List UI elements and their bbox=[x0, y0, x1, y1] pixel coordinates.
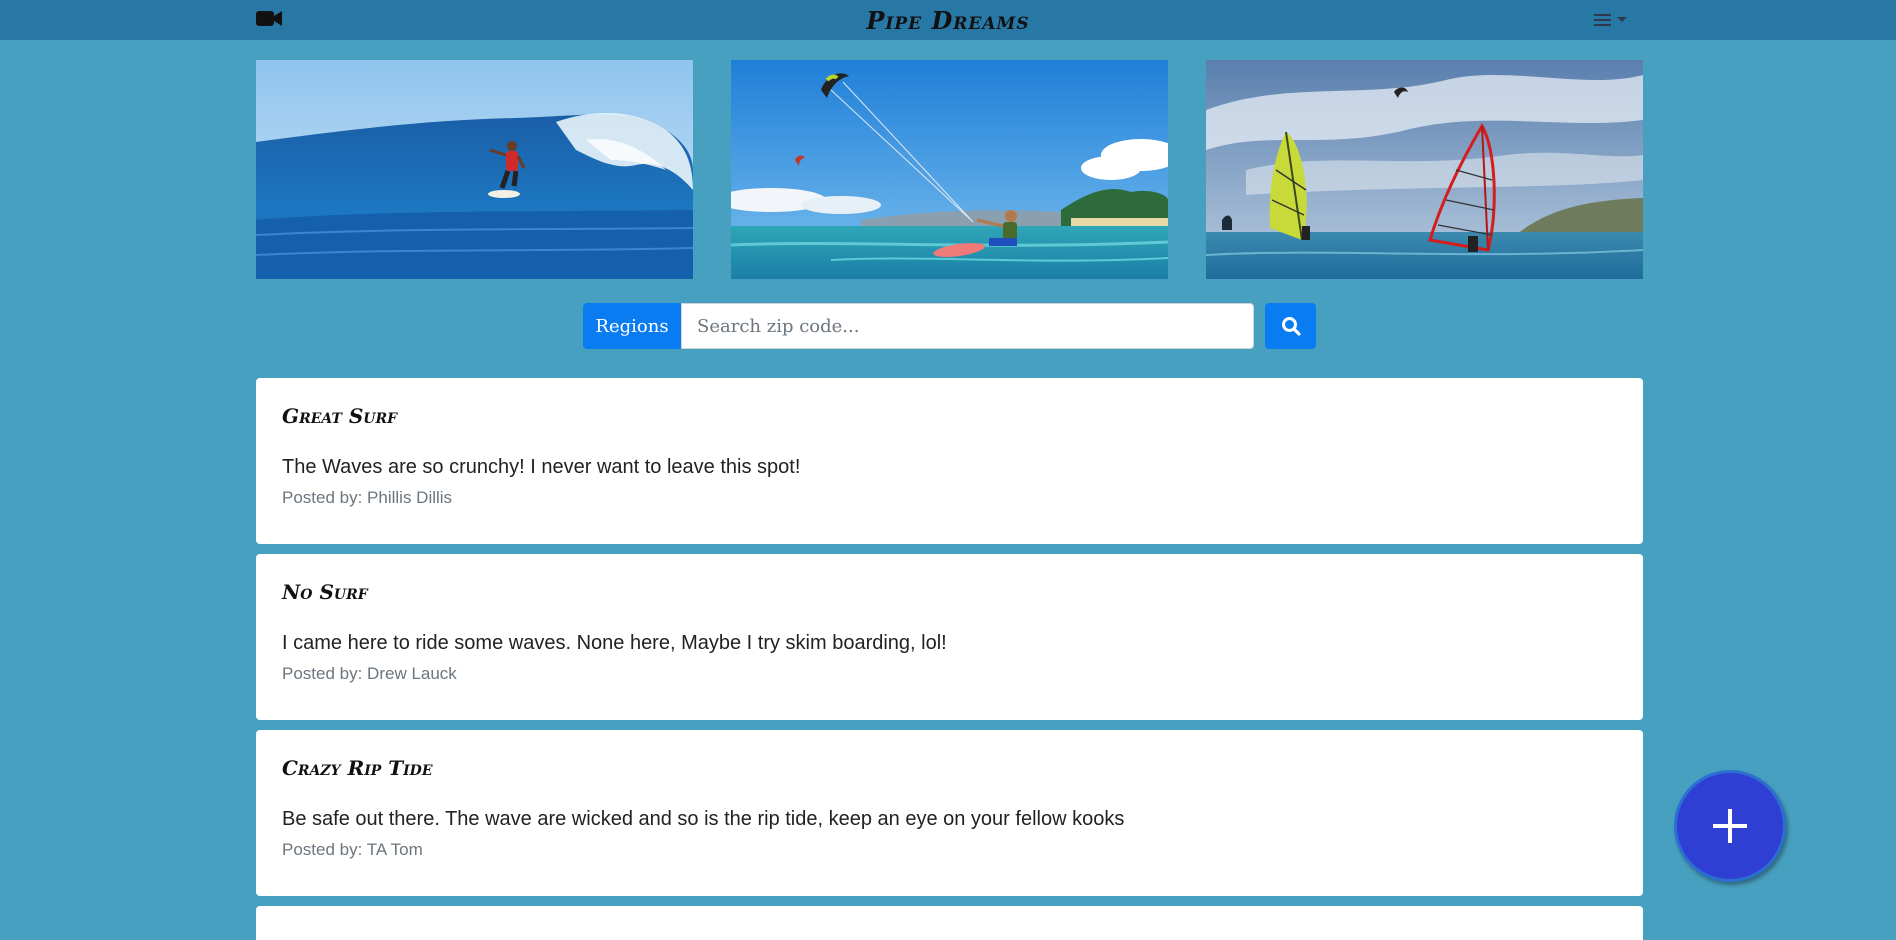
post-card[interactable]: Crazy Rip Tide Be safe out there. The wa… bbox=[256, 730, 1643, 896]
post-title: No Surf bbox=[282, 580, 368, 604]
top-navbar: Pipe Dreams bbox=[0, 0, 1896, 40]
chevron-down-icon bbox=[1617, 17, 1627, 22]
regions-button[interactable]: Regions bbox=[583, 303, 681, 349]
search-icon bbox=[1281, 317, 1301, 336]
post-card[interactable]: No Surf I came here to ride some waves. … bbox=[256, 554, 1643, 720]
post-author: Posted by: Drew Lauck bbox=[282, 664, 457, 683]
nav-menu-toggle[interactable] bbox=[1592, 11, 1636, 29]
hamburger-menu-icon bbox=[1594, 14, 1627, 26]
post-author: Posted by: Phillis Dillis bbox=[282, 488, 453, 507]
hero-image-surfer bbox=[256, 60, 693, 279]
plus-icon bbox=[1713, 809, 1747, 843]
search-button[interactable] bbox=[1265, 303, 1316, 349]
post-title: Great Surf bbox=[282, 404, 398, 428]
post-title: Crazy Rip Tide bbox=[282, 756, 433, 780]
post-body: I came here to ride some waves. None her… bbox=[282, 632, 947, 654]
post-author: Posted by: TA Tom bbox=[282, 840, 423, 859]
zip-code-search-input[interactable] bbox=[681, 303, 1254, 349]
post-card[interactable]: Great Surf The Waves are so crunchy! I n… bbox=[256, 378, 1643, 544]
hero-image-windsurfers bbox=[1206, 60, 1643, 279]
post-card-partial[interactable] bbox=[256, 906, 1643, 940]
hero-image-kitesurfer bbox=[731, 60, 1168, 279]
post-body: Be safe out there. The wave are wicked a… bbox=[282, 808, 1125, 830]
add-post-button[interactable] bbox=[1674, 770, 1786, 882]
post-body: The Waves are so crunchy! I never want t… bbox=[282, 456, 801, 478]
